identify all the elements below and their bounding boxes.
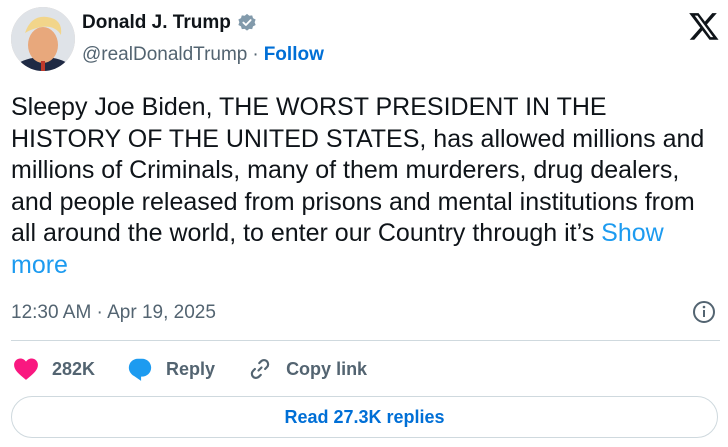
tweet-timestamp[interactable]: 12:30 AM · Apr 19, 2025: [11, 302, 216, 324]
read-replies-button[interactable]: Read 27.3K replies: [11, 396, 718, 438]
copy-link-button[interactable]: Copy link: [247, 356, 367, 382]
reply-bubble-icon: [128, 358, 152, 381]
avatar[interactable]: [11, 7, 75, 71]
author-handle[interactable]: @realDonaldTrump: [82, 44, 247, 66]
divider: [11, 340, 720, 341]
action-bar: 282K Reply Copy link: [13, 354, 399, 384]
handle-row: @realDonaldTrump · Follow: [82, 44, 324, 66]
reply-label: Reply: [166, 358, 216, 379]
verified-badge-icon: [237, 13, 257, 33]
author-name[interactable]: Donald J. Trump: [82, 12, 231, 34]
separator-dot: ·: [252, 44, 259, 65]
x-logo-icon[interactable]: [688, 10, 720, 42]
author-name-row: Donald J. Trump: [82, 12, 257, 34]
follow-button[interactable]: Follow: [264, 44, 324, 66]
like-count: 282K: [52, 358, 96, 379]
link-icon: [250, 359, 270, 379]
like-button[interactable]: 282K: [13, 357, 95, 381]
tweet-text: Sleepy Joe Biden, THE WORST PRESIDENT IN…: [11, 92, 721, 281]
info-icon[interactable]: [692, 300, 716, 324]
reply-button[interactable]: Reply: [127, 356, 215, 382]
heart-icon: [14, 358, 38, 380]
copy-link-label: Copy link: [286, 358, 368, 379]
